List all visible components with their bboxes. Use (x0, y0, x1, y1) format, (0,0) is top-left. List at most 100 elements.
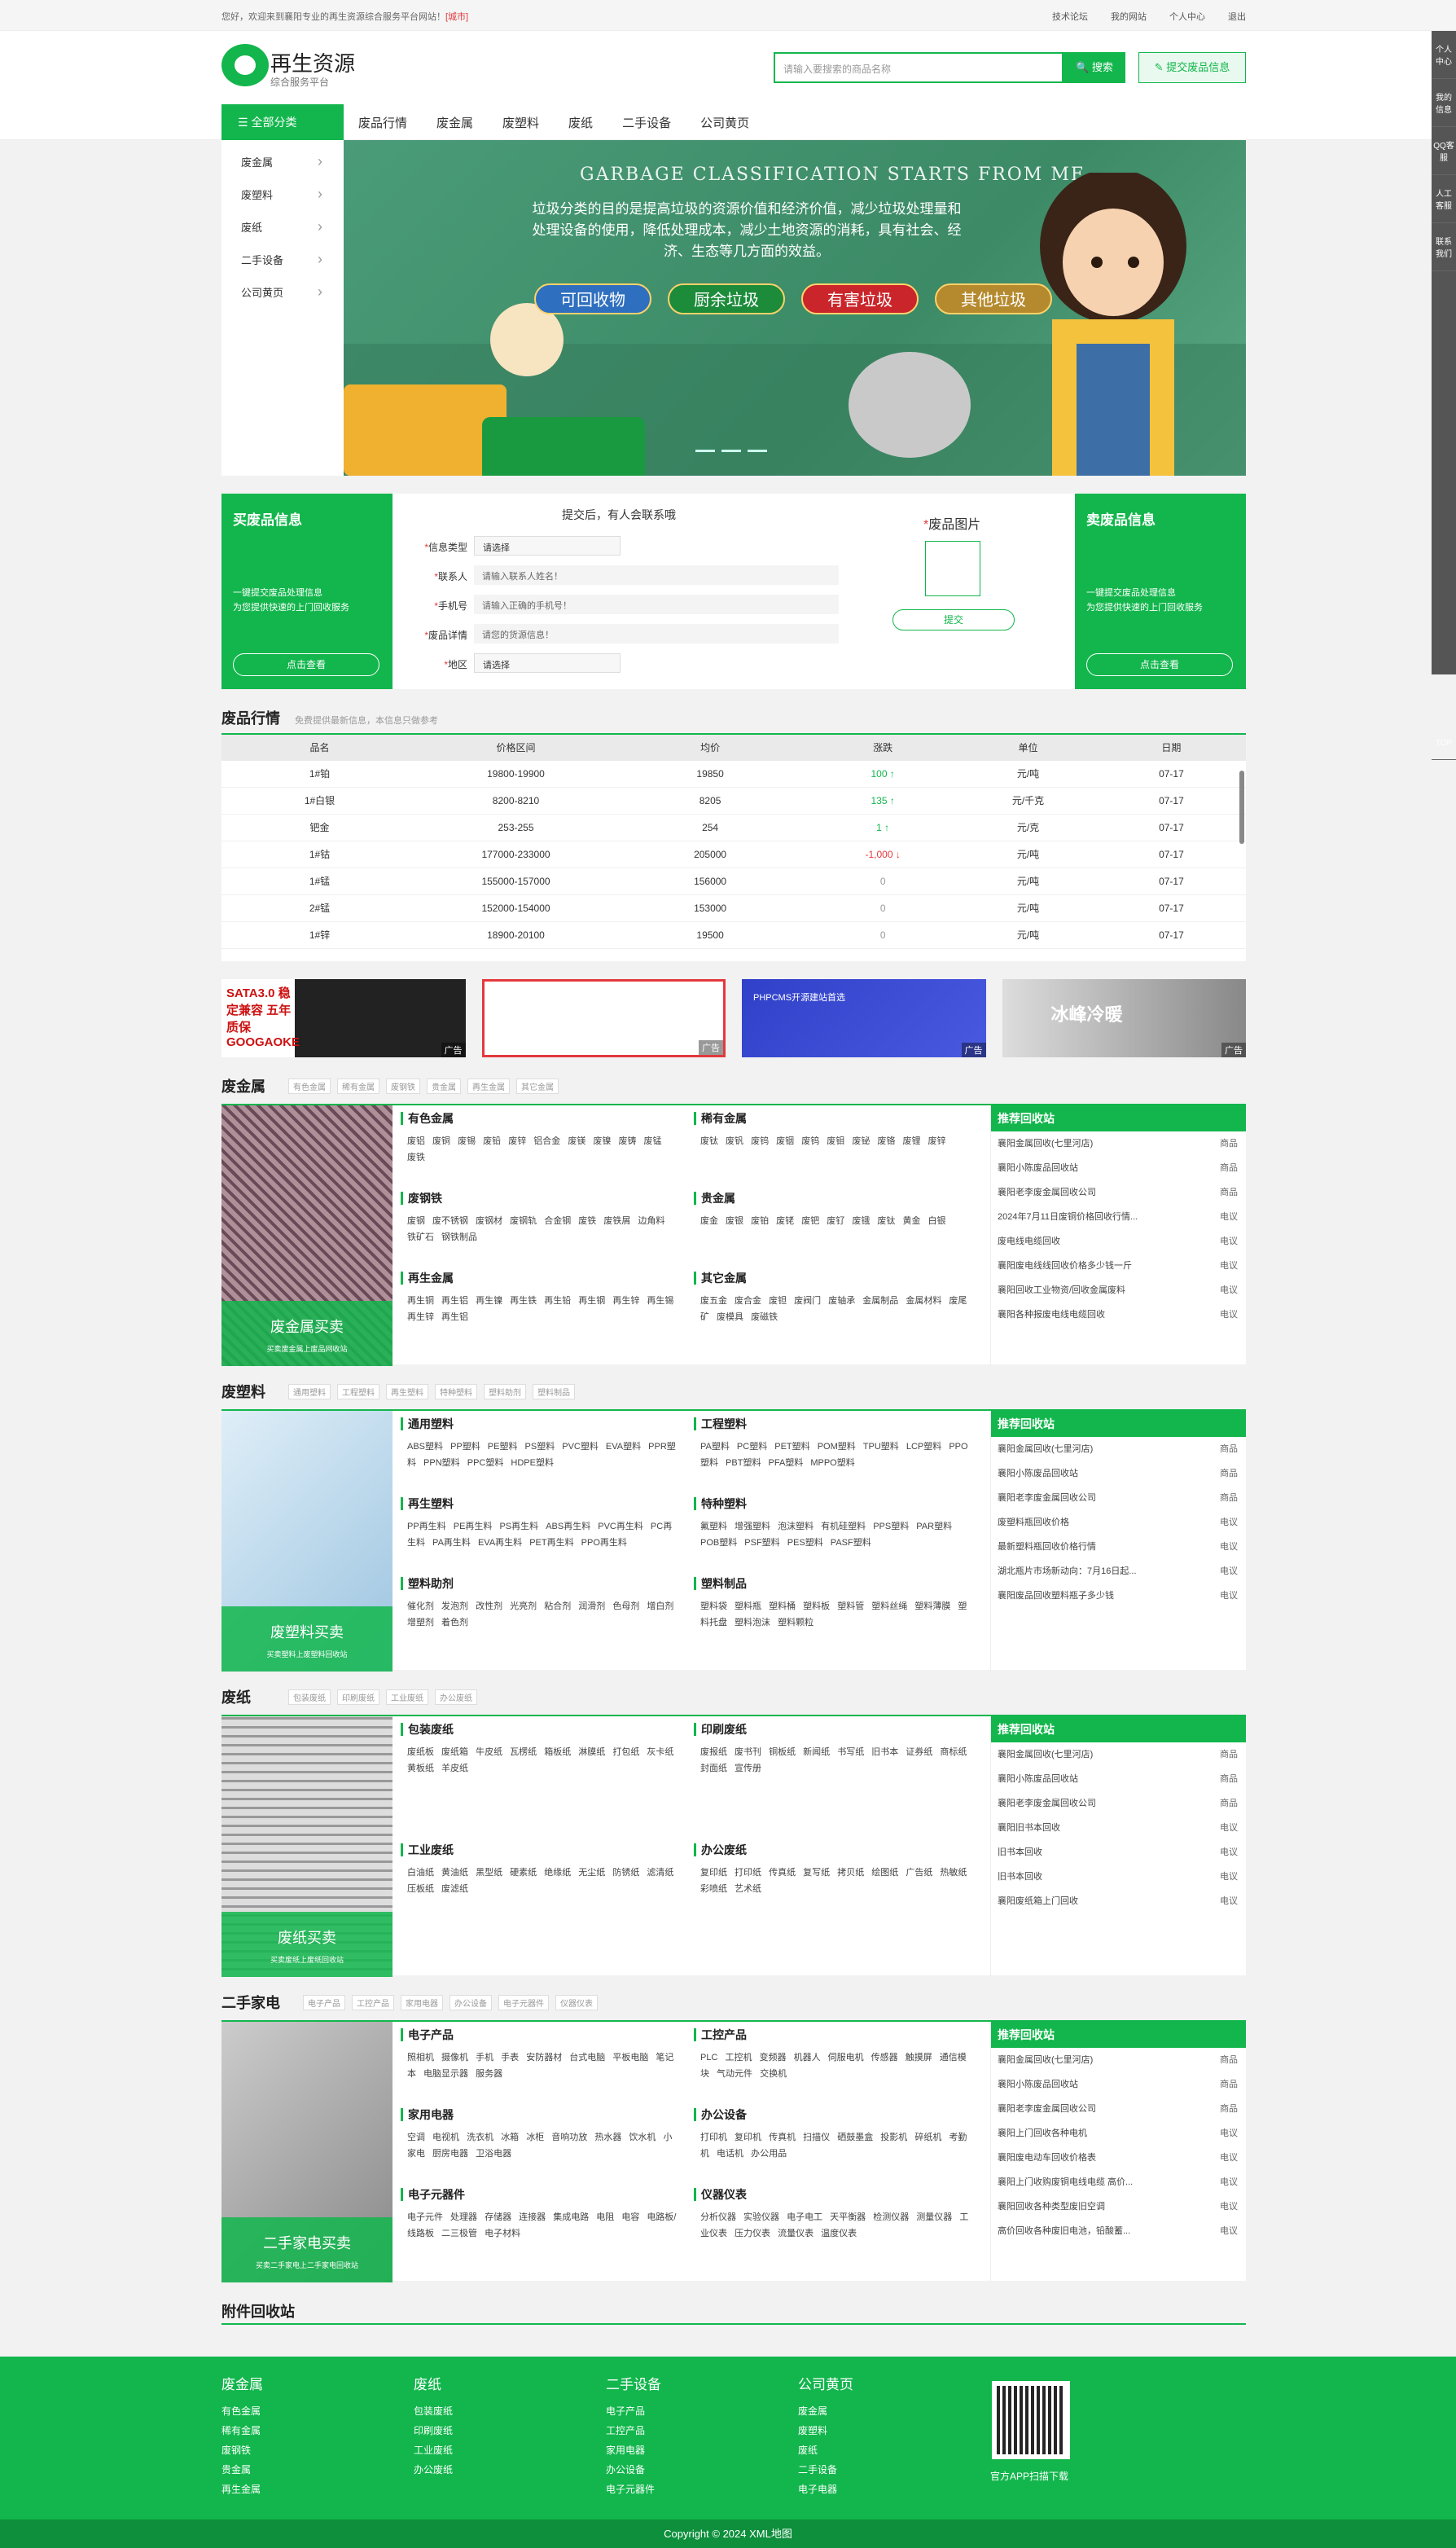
section-tag[interactable]: 办公设备 (450, 1995, 492, 2010)
recommend-item[interactable]: 废塑料瓶回收价格 电议 (991, 1510, 1246, 1535)
section-tag[interactable]: 工业废纸 (386, 1689, 428, 1705)
recommend-item[interactable]: 襄阳小陈废品回收站 商品 (991, 2072, 1246, 2097)
recommend-item[interactable]: 襄阳金属回收(七里河店) 商品 (991, 1131, 1246, 1156)
subcategory-links[interactable]: 废钛 废钒 废钨 废铟 废钨 废钼 废铋 废铬 废锂 废锌 (694, 1133, 971, 1149)
recommend-item[interactable]: 高价回收各种废旧电池，铅酸蓄... 电议 (991, 2219, 1246, 2243)
subcategory-links[interactable]: PA塑料 PC塑料 PET塑料 POM塑料 TPU塑料 LCP塑料 PPO塑料 … (694, 1439, 971, 1471)
side-cat-metal[interactable]: 废金属 (221, 150, 344, 184)
subcategory-links[interactable]: 打印机 复印机 传真机 扫描仪 硒鼓墨盒 投影机 碎纸机 考勤机 电话机 办公用… (694, 2129, 971, 2162)
recommend-item[interactable]: 旧书本回收 电议 (991, 1865, 1246, 1889)
section-tag[interactable]: 塑料助剂 (484, 1384, 526, 1399)
submit-button[interactable]: 提交 (892, 609, 1015, 630)
subcategory-title[interactable]: 办公废纸 (694, 1843, 971, 1856)
all-categories-button[interactable]: ☰ 全部分类 (221, 104, 344, 140)
hero-banner[interactable]: GARBAGE CLASSIFICATION STARTS FROM ME 垃圾… (344, 140, 1246, 476)
search-input[interactable]: 请输入要搜索的商品名称 (774, 52, 1063, 83)
recommend-item[interactable]: 襄阳废纸箱上门回收 电议 (991, 1889, 1246, 1913)
side-cat-paper[interactable]: 废纸 (221, 215, 344, 249)
section-image[interactable]: 废纸买卖 买卖废纸上废纸回收站 (221, 1716, 393, 1977)
region-select[interactable]: 请选择 (474, 653, 621, 673)
subcategory-title[interactable]: 有色金属 (401, 1112, 678, 1125)
recommend-item[interactable]: 襄阳小陈废品回收站 商品 (991, 1767, 1246, 1791)
recommend-item[interactable]: 襄阳废品回收塑料瓶子多少钱 电议 (991, 1584, 1246, 1608)
logout-link[interactable]: 退出 (1228, 10, 1246, 23)
detail-input[interactable]: 请您的货源信息！ (474, 624, 839, 644)
user-center-link[interactable]: 个人中心 (1169, 10, 1205, 23)
recommend-item[interactable]: 襄阳小陈废品回收站 商品 (991, 1156, 1246, 1180)
subcategory-title[interactable]: 印刷废纸 (694, 1723, 971, 1736)
side-cat-plastic[interactable]: 废塑料 (221, 182, 344, 217)
section-tag[interactable]: 印刷废纸 (337, 1689, 379, 1705)
recommend-item[interactable]: 襄阳废电线线回收价格多少钱一斤 电议 (991, 1254, 1246, 1278)
subcategory-links[interactable]: 塑料袋 塑料瓶 塑料桶 塑料板 塑料管 塑料丝绳 塑料薄膜 塑料托盘 塑料泡沫 … (694, 1598, 971, 1631)
subcategory-links[interactable]: PP再生料 PE再生料 PS再生料 ABS再生料 PVC再生料 PC再生料 PA… (401, 1518, 678, 1551)
recommend-item[interactable]: 旧书本回收 电议 (991, 1840, 1246, 1865)
subcategory-links[interactable]: 废金 废银 废铂 废铑 废钯 废钌 废锇 废钛 黄金 白银 (694, 1213, 971, 1229)
subcategory-title[interactable]: 办公设备 (694, 2108, 971, 2121)
section-tag[interactable]: 包装废纸 (288, 1689, 331, 1705)
nav-metal[interactable]: 废金属 (436, 114, 473, 131)
nav-equipment[interactable]: 二手设备 (622, 114, 671, 131)
ad-1[interactable]: SATA3.0 稳定兼容 五年质保 GOOGAOKE 广告 (221, 979, 466, 1057)
nav-market[interactable]: 废品行情 (358, 114, 407, 131)
recommend-item[interactable]: 湖北瓶片市场新动向：7月16日起... 电议 (991, 1559, 1246, 1584)
section-tag[interactable]: 通用塑料 (288, 1384, 331, 1399)
side-cat-equipment[interactable]: 二手设备 (221, 248, 344, 282)
subcategory-links[interactable]: 分析仪器 实验仪器 电子电工 天平衡器 检测仪器 测量仪器 工业仪表 压力仪表 … (694, 2209, 971, 2242)
contact-input[interactable]: 请输入联系人姓名！ (474, 565, 839, 585)
nav-paper[interactable]: 废纸 (568, 114, 593, 131)
section-image[interactable]: 废塑料买卖 买卖塑料上废塑料回收站 (221, 1411, 393, 1672)
forum-link[interactable]: 技术论坛 (1052, 10, 1088, 23)
subcategory-links[interactable]: 白油纸 黄油纸 黑型纸 硬素纸 绝缘纸 无尘纸 防锈纸 滤清纸 压板纸 废滤纸 (401, 1865, 678, 1897)
float-human-service[interactable]: 人工客服 (1432, 175, 1456, 223)
subcategory-title[interactable]: 其它金属 (694, 1272, 971, 1285)
table-scrollbar[interactable] (1239, 771, 1244, 844)
subcategory-title[interactable]: 工控产品 (694, 2028, 971, 2041)
ad-3[interactable]: PHPCMS开源建站首选 广告 (742, 979, 986, 1057)
section-tag[interactable]: 再生塑料 (386, 1384, 428, 1399)
section-image[interactable]: 二手家电买卖 买卖二手家电上二手家电回收站 (221, 2022, 393, 2282)
section-tag[interactable]: 工程塑料 (337, 1384, 379, 1399)
subcategory-links[interactable]: 照相机 摄像机 手机 手表 安防器材 台式电脑 平板电脑 笔记本 电脑显示器 服… (401, 2049, 678, 2082)
section-tag[interactable]: 稀有金属 (337, 1079, 379, 1094)
subcategory-title[interactable]: 废钢铁 (401, 1192, 678, 1205)
phone-input[interactable]: 请输入正确的手机号！ (474, 595, 839, 614)
subcategory-title[interactable]: 包装废纸 (401, 1723, 678, 1736)
recommend-item[interactable]: 襄阳金属回收(七里河店) 商品 (991, 1437, 1246, 1461)
subcategory-title[interactable]: 塑料助剂 (401, 1577, 678, 1590)
recommend-item[interactable]: 襄阳金属回收(七里河店) 商品 (991, 2048, 1246, 2072)
logo-icon[interactable] (221, 44, 269, 86)
float-contact[interactable]: 联系我们 (1432, 223, 1456, 271)
recommend-item[interactable]: 襄阳旧书本回收 电议 (991, 1816, 1246, 1840)
float-user-center[interactable]: 个人中心 (1432, 31, 1456, 79)
subcategory-links[interactable]: 废铝 废铜 废锡 废铅 废锌 铝合金 废镁 废镍 废铸 废锰 废铁 (401, 1133, 678, 1166)
section-tag[interactable]: 仪器仪表 (555, 1995, 598, 2010)
recommend-item[interactable]: 襄阳上门回收各种电机 电议 (991, 2121, 1246, 2146)
section-image[interactable]: 废金属买卖 买卖废金属上废品网收站 (221, 1105, 393, 1366)
ad-4[interactable]: 冰峰冷暖 广告 (1002, 979, 1246, 1057)
subcategory-title[interactable]: 特种塑料 (694, 1497, 971, 1510)
section-tag[interactable]: 电子元器件 (498, 1995, 549, 2010)
subcategory-links[interactable]: 氟塑料 增强塑料 泡沫塑料 有机硅塑料 PPS塑料 PAR塑料 POB塑料 PS… (694, 1518, 971, 1551)
my-site-link[interactable]: 我的网站 (1111, 10, 1147, 23)
subcategory-links[interactable]: 催化剂 发泡剂 改性剂 光亮剂 粘合剂 润滑剂 色母剂 增白剂 增塑剂 着色剂 (401, 1598, 678, 1631)
subcategory-title[interactable]: 再生塑料 (401, 1497, 678, 1510)
float-top[interactable]: TOP (1432, 727, 1456, 760)
section-tag[interactable]: 办公废纸 (435, 1689, 477, 1705)
subcategory-links[interactable]: 废纸板 废纸箱 牛皮纸 瓦楞纸 箱板纸 淋膜纸 打包纸 灰卡纸 黄板纸 羊皮纸 (401, 1744, 678, 1777)
recommend-item[interactable]: 襄阳小陈废品回收站 商品 (991, 1461, 1246, 1486)
recommend-item[interactable]: 襄阳废电动车回收价格表 电议 (991, 2146, 1246, 2170)
banner-pagination[interactable] (695, 450, 767, 452)
section-tag[interactable]: 再生金属 (467, 1079, 510, 1094)
section-tag[interactable]: 电子产品 (303, 1995, 345, 2010)
nav-plastic[interactable]: 废塑料 (502, 114, 539, 131)
side-cat-yellowpages[interactable]: 公司黄页 (221, 280, 344, 314)
subcategory-links[interactable]: 废钢 废不锈钢 废钢材 废钢轨 合金钢 废铁 废铁屑 边角料 铁矿石 钢铁制品 (401, 1213, 678, 1245)
recommend-item[interactable]: 襄阳金属回收(七里河店) 商品 (991, 1742, 1246, 1767)
recommend-item[interactable]: 废电线电缆回收 电议 (991, 1229, 1246, 1254)
recommend-item[interactable]: 襄阳上门收购废铜电线电缆 高价... 电议 (991, 2170, 1246, 2194)
recommend-item[interactable]: 襄阳老李废金属回收公司 商品 (991, 1791, 1246, 1816)
sell-view-button[interactable]: 点击查看 (1086, 653, 1233, 676)
subcategory-links[interactable]: 电子元件 处理器 存储器 连接器 集成电路 电阻 电容 电路板/线路板 二三极管… (401, 2209, 678, 2242)
subcategory-links[interactable]: 废报纸 废书刊 铜板纸 新闻纸 书写纸 旧书本 证券纸 商标纸 封面纸 宣传册 (694, 1744, 971, 1777)
